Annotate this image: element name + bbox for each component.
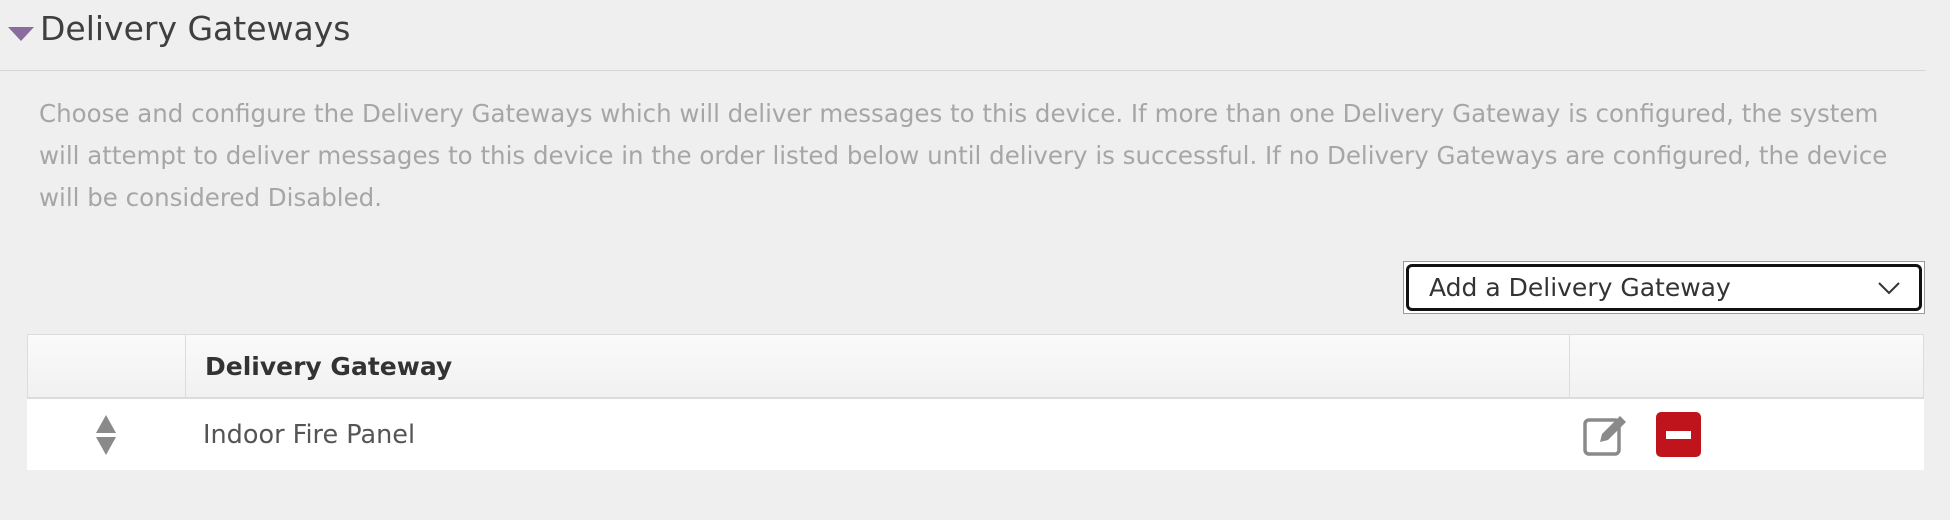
section-title: Delivery Gateways [40,9,351,48]
add-gateway-select-value: Add a Delivery Gateway [1429,273,1731,302]
chevron-down-icon [1878,281,1900,294]
table-header: Delivery Gateway [27,334,1924,398]
column-header-order [28,335,186,397]
add-gateway-select[interactable]: Add a Delivery Gateway [1406,264,1922,311]
caret-down-icon[interactable] [8,27,34,41]
section-description: Choose and configure the Delivery Gatewa… [39,99,1888,212]
column-header-gateway: Delivery Gateway [186,335,1570,397]
column-header-gateway-label: Delivery Gateway [205,351,453,381]
gateway-name: Indoor Fire Panel [203,419,416,450]
row-actions [1569,412,1924,458]
column-header-actions [1570,335,1923,397]
gateway-table: Delivery Gateway Indoor Fire Panel [27,334,1924,470]
table-row: Indoor Fire Panel [27,398,1924,470]
minus-icon [1666,430,1691,439]
row-sort-cell [27,399,185,470]
section-header[interactable]: Delivery Gateways [0,0,1926,71]
sort-handle-icon[interactable] [94,413,118,457]
edit-icon[interactable] [1582,412,1630,458]
remove-gateway-button[interactable] [1656,412,1701,457]
add-gateway-select-wrapper: Add a Delivery Gateway [1403,261,1925,314]
